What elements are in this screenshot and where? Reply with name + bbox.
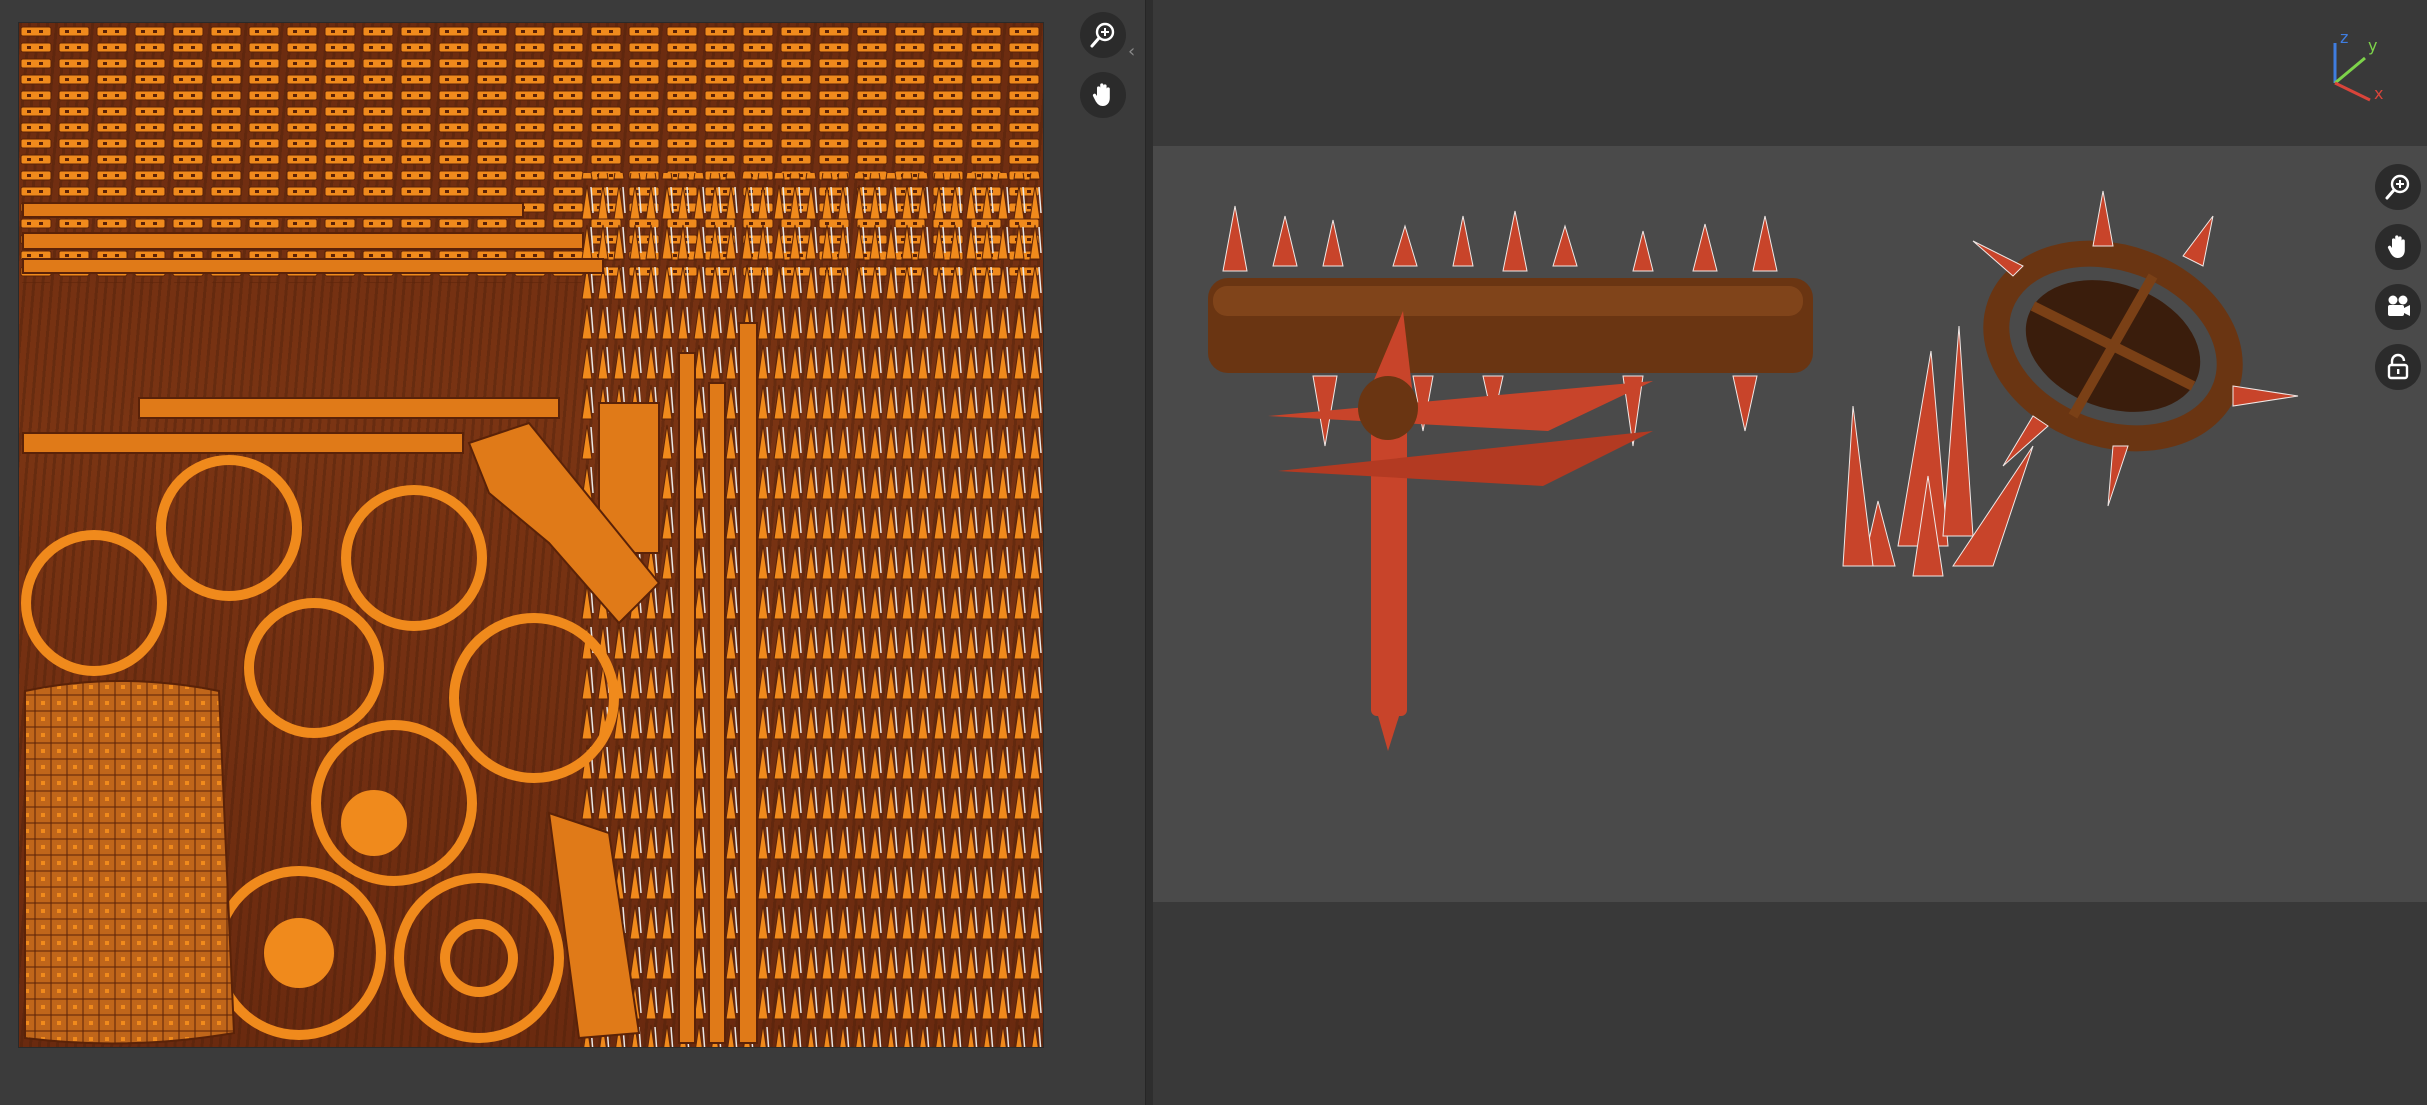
3d-viewport[interactable] (1153, 0, 2427, 1105)
axis-gizmo[interactable]: z y x (2320, 28, 2390, 108)
uv-curved-plank (24, 680, 236, 1045)
uv-editor-pane (0, 0, 1145, 1105)
zoom-in-icon (2385, 174, 2410, 200)
uv-islands-spikes (579, 173, 1043, 1047)
viewport-pan-button[interactable] (2375, 224, 2421, 270)
viewport-zoom-button[interactable] (2375, 164, 2421, 210)
camera-icon (2388, 295, 2410, 316)
zoom-in-icon (1090, 22, 1115, 48)
uv-zoom-button[interactable] (1080, 12, 1126, 58)
uv-plank-strips (22, 202, 604, 454)
3d-models (1208, 190, 2299, 751)
hand-icon (1092, 83, 1110, 106)
spiked-wheel-model (1972, 190, 2299, 507)
axis-x-label: x (2374, 84, 2384, 103)
viewport-camera-button[interactable] (2375, 284, 2421, 330)
axis-y-label: y (2368, 36, 2378, 55)
uv-pan-button[interactable] (1080, 72, 1126, 118)
axis-z-label: z (2340, 28, 2349, 47)
viewport-background-band (1153, 146, 2427, 902)
uv-layout (19, 23, 1043, 1047)
uv-texture-canvas[interactable] (18, 22, 1044, 1048)
unlock-icon (2387, 353, 2409, 380)
hand-icon (2387, 235, 2405, 258)
viewport-lock-button[interactable] (2375, 344, 2421, 390)
collapse-left-icon[interactable]: ‹ (1128, 41, 1135, 62)
